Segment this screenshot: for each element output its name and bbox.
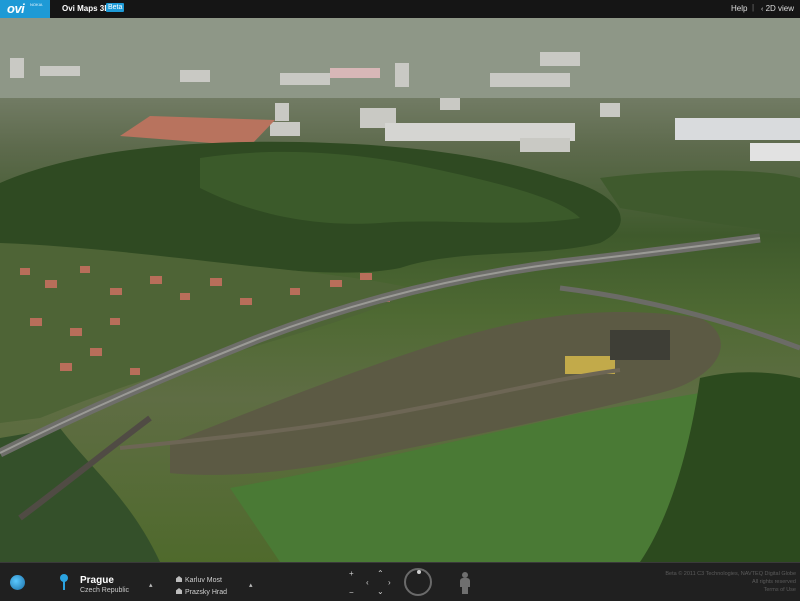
landmark-link-karluv-most[interactable]: Karluv Most (176, 576, 222, 584)
chevron-left-icon: ‹ (761, 6, 764, 13)
east-fields (600, 170, 800, 233)
location-pin-icon (60, 574, 68, 592)
app-title: Ovi Maps 3D (62, 4, 111, 13)
landmarks-expand-caret[interactable]: ▴ (249, 581, 253, 589)
zoom-in-button[interactable]: + (349, 569, 354, 578)
location-expand-caret[interactable]: ▴ (149, 581, 153, 589)
pan-left-button[interactable]: ‹ (366, 578, 369, 587)
zoom-out-button[interactable]: − (349, 588, 354, 597)
header-separator: | (752, 3, 755, 12)
ovi-logo[interactable]: ovi NOKIA (0, 0, 50, 18)
site-lot (610, 330, 670, 360)
view-2d-label: 2D view (765, 4, 795, 13)
landmark-icon (176, 588, 182, 594)
view-2d-toggle[interactable]: ‹ 2D view (761, 4, 794, 13)
compass-marker (417, 570, 421, 574)
location-country: Czech Republic (80, 587, 130, 594)
logo-text: ovi (7, 1, 25, 16)
compass-ring-icon[interactable] (404, 568, 432, 596)
terms-of-use-link[interactable]: Terms of Use (630, 587, 796, 593)
landmark-icon (176, 576, 182, 582)
bottom-bar: Prague Czech Republic ▴ Karluv Most Praz… (0, 562, 800, 601)
person-body (460, 578, 470, 587)
globe-icon[interactable] (10, 575, 25, 590)
landmark-label: Prazsky Hrad (185, 589, 228, 596)
street-view-person-icon[interactable] (458, 572, 472, 594)
aerial-scene (0, 18, 800, 562)
pan-up-button[interactable]: ⌃ (377, 569, 384, 578)
person-legs (462, 587, 468, 594)
map-3d-view[interactable] (0, 18, 800, 562)
help-link[interactable]: Help (731, 4, 747, 13)
pan-down-button[interactable]: ⌄ (377, 587, 384, 596)
pan-right-button[interactable]: › (388, 578, 391, 587)
warehouse-roof (120, 116, 275, 146)
landmark-label: Karluv Most (185, 577, 222, 584)
rights-text: All rights reserved (751, 579, 796, 585)
logo-sub-text: NOKIA (30, 2, 43, 7)
landmark-link-prazsky-hrad[interactable]: Prazsky Hrad (176, 588, 227, 596)
location-city[interactable]: Prague (80, 575, 114, 586)
beta-badge: Beta (106, 3, 125, 12)
top-bar: ovi NOKIA Ovi Maps 3D Beta Help | ‹ 2D v… (0, 0, 800, 18)
copyright-text: Beta © 2011 C3 Technologies, NAVTEQ Digi… (665, 571, 796, 577)
pin-stem (63, 581, 65, 590)
